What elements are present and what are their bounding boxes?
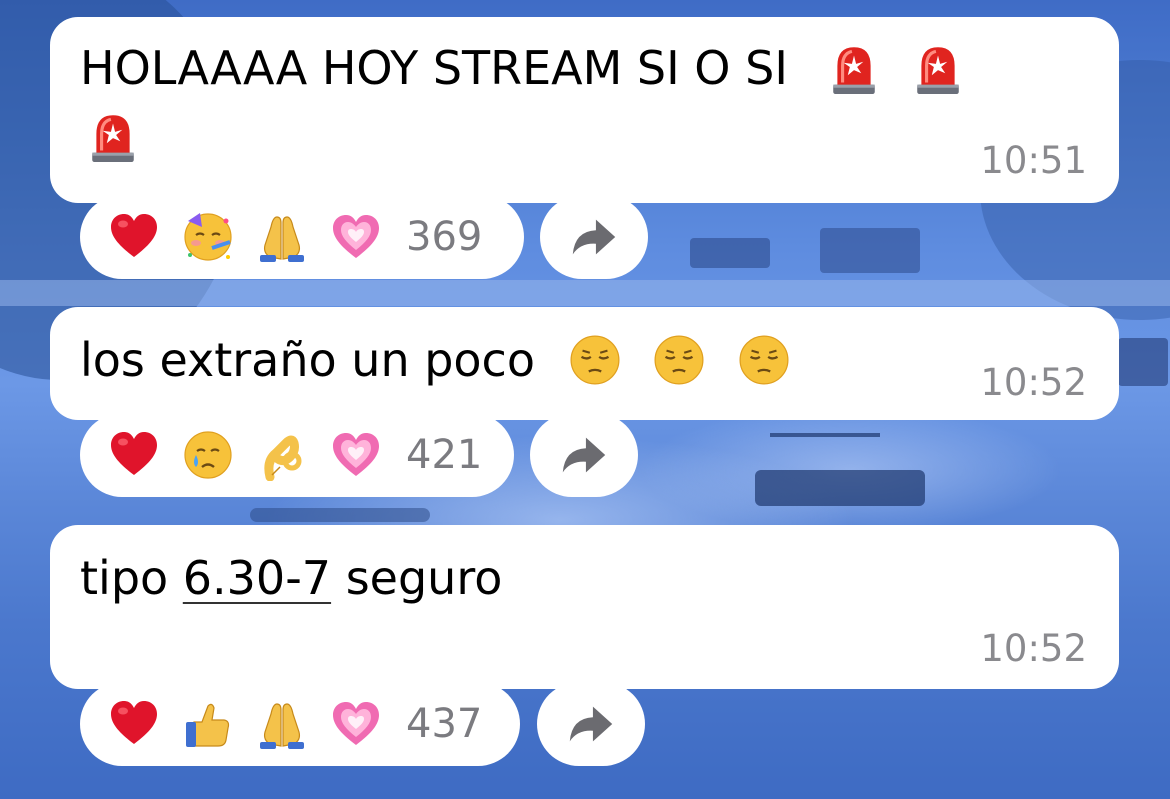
reactions-bar[interactable]: 421 — [80, 413, 514, 497]
share-button[interactable] — [530, 413, 638, 497]
message-time: 10:51 — [980, 139, 1087, 182]
message-text: tipo 6.30-7 seguro — [80, 547, 502, 609]
heart-icon[interactable] — [108, 698, 160, 750]
pensive-face-icon — [652, 333, 706, 387]
rotating-light-icon — [90, 113, 136, 163]
message-time: 10:52 — [980, 361, 1087, 404]
message-text-content: HOLAAAA HOY STREAM SI O SI — [80, 41, 788, 95]
message-time: 10:52 — [980, 627, 1087, 670]
share-button[interactable] — [537, 682, 645, 766]
reactions-bar[interactable]: 437 — [80, 682, 520, 766]
reaction-count: 437 — [406, 701, 483, 747]
pensive-face-icon — [568, 333, 622, 387]
message-text: los extraño un poco — [80, 329, 791, 391]
heart-icon[interactable] — [108, 429, 160, 481]
share-icon — [569, 706, 613, 742]
thumbs-up-icon[interactable] — [182, 698, 234, 750]
reaction-count: 369 — [406, 214, 483, 260]
growing-heart-icon[interactable] — [330, 698, 382, 750]
time-link[interactable]: 6.30-7 — [183, 551, 331, 605]
crying-face-icon[interactable] — [182, 429, 234, 481]
pensive-face-icon — [737, 333, 791, 387]
reactions-bar[interactable]: 369 — [80, 195, 524, 279]
message-text-before: tipo — [80, 551, 183, 605]
growing-heart-icon[interactable] — [330, 429, 382, 481]
folded-hands-icon[interactable] — [256, 698, 308, 750]
message-text-content: los extraño un poco — [80, 333, 535, 387]
message-text: HOLAAAA HOY STREAM SI O SI — [80, 37, 965, 99]
share-button[interactable] — [540, 195, 648, 279]
ok-hand-icon[interactable] — [256, 429, 308, 481]
folded-hands-icon[interactable] — [256, 211, 308, 263]
rotating-light-icon — [831, 45, 876, 95]
growing-heart-icon[interactable] — [330, 211, 382, 263]
heart-icon[interactable] — [108, 211, 160, 263]
message-bubble[interactable]: los extraño un poco 10:52 — [50, 307, 1119, 420]
message-bubble[interactable]: HOLAAAA HOY STREAM SI O SI 10:51 — [50, 17, 1119, 203]
reaction-count: 421 — [406, 432, 483, 478]
rotating-light-icon — [915, 45, 961, 95]
share-icon — [562, 437, 606, 473]
share-icon — [572, 219, 616, 255]
partying-face-icon[interactable] — [182, 211, 234, 263]
message-text-after: seguro — [331, 551, 503, 605]
message-bubble[interactable]: tipo 6.30-7 seguro 10:52 — [50, 525, 1119, 689]
